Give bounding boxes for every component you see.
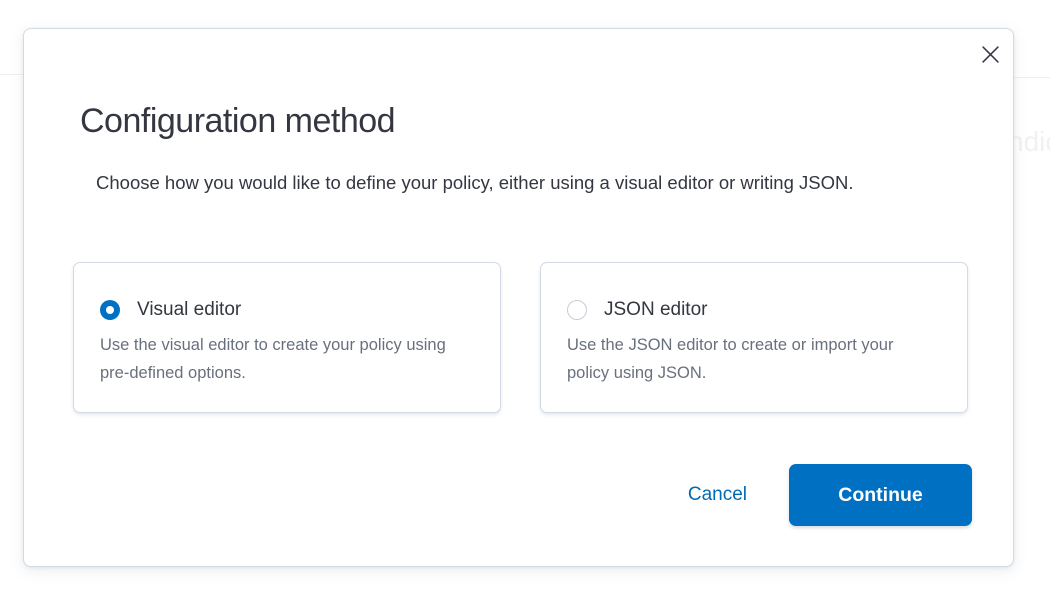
radio-unselected-icon[interactable]: [567, 300, 587, 320]
option-description: Use the visual editor to create your pol…: [100, 332, 452, 387]
option-card-visual-editor[interactable]: Visual editor Use the visual editor to c…: [73, 262, 501, 413]
modal-title: Configuration method: [80, 100, 395, 142]
radio-row: JSON editor: [567, 299, 941, 321]
background-ghost-text: ndic: [1008, 126, 1050, 158]
close-button[interactable]: [975, 39, 1005, 69]
configuration-options: Visual editor Use the visual editor to c…: [73, 262, 968, 413]
radio-selected-icon[interactable]: [100, 300, 120, 320]
radio-dot: [106, 306, 114, 314]
close-icon: [982, 46, 999, 63]
configuration-method-modal: Configuration method Choose how you woul…: [23, 28, 1014, 567]
radio-row: Visual editor: [100, 299, 474, 321]
continue-button[interactable]: Continue: [789, 464, 972, 526]
option-label: Visual editor: [137, 299, 241, 321]
option-card-json-editor[interactable]: JSON editor Use the JSON editor to creat…: [540, 262, 968, 413]
background-divider-left: [0, 74, 23, 75]
background-divider-right: [1014, 77, 1050, 78]
modal-footer: Cancel Continue: [688, 464, 972, 526]
cancel-button[interactable]: Cancel: [688, 484, 747, 506]
option-description: Use the JSON editor to create or import …: [567, 332, 919, 387]
option-label: JSON editor: [604, 299, 707, 321]
modal-description: Choose how you would like to define your…: [96, 167, 956, 199]
